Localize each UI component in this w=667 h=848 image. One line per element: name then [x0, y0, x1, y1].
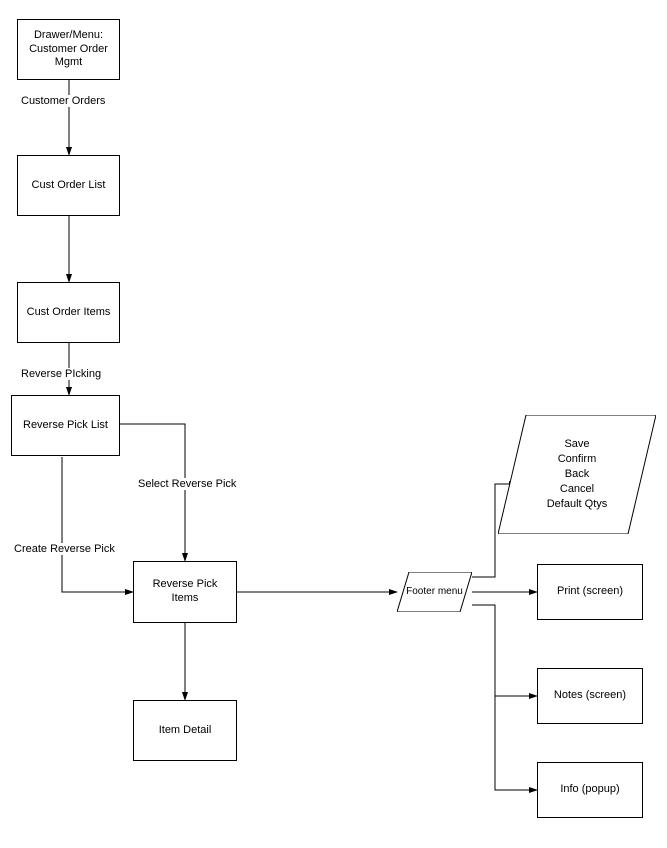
node-drawer-menu: Drawer/Menu: Customer Order Mgmt [17, 19, 120, 80]
node-print-screen: Print (screen) [537, 564, 643, 620]
node-reverse-pick-items: Reverse Pick Items [133, 561, 237, 623]
node-info-popup: Info (popup) [537, 762, 643, 818]
node-actions-parallelogram: Save Confirm Back Cancel Default Qtys [498, 415, 656, 534]
edge-label-create-reverse-pick: Create Reverse Pick [13, 543, 116, 555]
node-footer-menu: Footer menu [397, 572, 472, 612]
node-notes-screen: Notes (screen) [537, 668, 643, 724]
node-actions-label: Save Confirm Back Cancel Default Qtys [547, 437, 608, 511]
node-cust-order-list: Cust Order List [17, 155, 120, 216]
node-reverse-pick-list: Reverse Pick List [11, 395, 120, 456]
edge-label-reverse-picking: Reverse PIcking [20, 368, 102, 380]
flowchart-canvas: Customer Orders Reverse PIcking Select R… [0, 0, 667, 848]
node-item-detail: Item Detail [133, 700, 237, 761]
edge-label-select-reverse-pick: Select Reverse Pick [137, 478, 237, 490]
node-cust-order-items: Cust Order Items [17, 282, 120, 343]
node-footer-menu-label: Footer menu [406, 585, 463, 599]
edge-label-customer-orders: Customer Orders [20, 95, 106, 107]
